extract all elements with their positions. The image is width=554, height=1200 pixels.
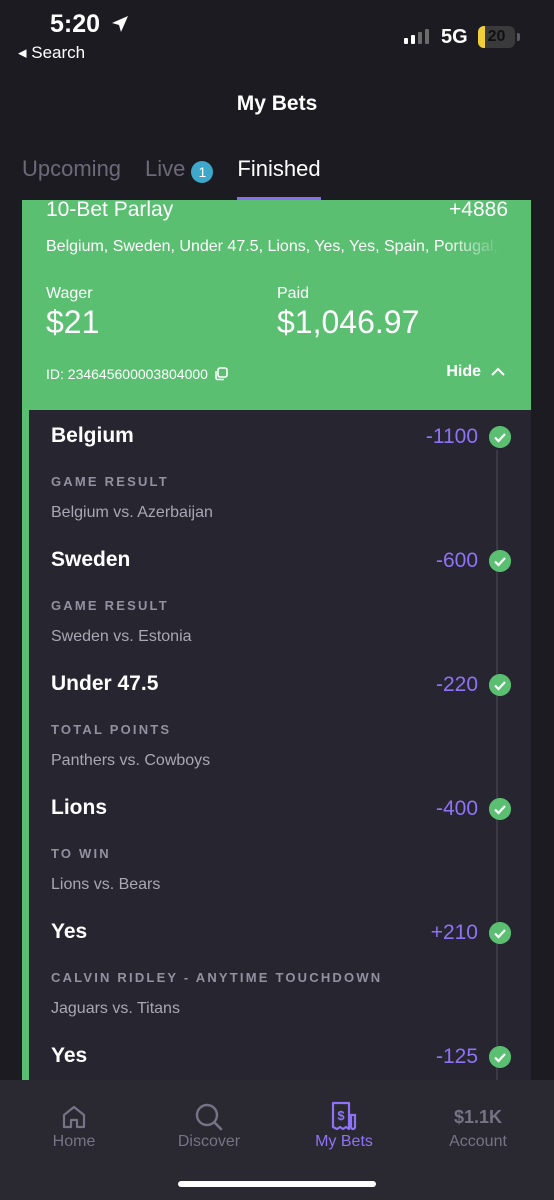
battery-percent: 20 <box>487 28 506 45</box>
leg-item: Lions -400 TO WIN Lions vs. Bears <box>51 782 511 906</box>
check-circle-icon <box>489 674 511 696</box>
back-to-search-link[interactable]: ◂ Search <box>18 43 85 63</box>
home-icon <box>62 1105 86 1129</box>
leg-odds: -400 <box>435 797 478 820</box>
copy-icon[interactable] <box>214 367 228 381</box>
check-circle-icon <box>489 922 511 944</box>
leg-selection: Yes <box>51 920 88 943</box>
leg-event: Sweden vs. Estonia <box>51 628 192 645</box>
bet-slip-icon: $ <box>331 1101 357 1131</box>
bet-status-tabs: Upcoming Live 1 Finished <box>22 154 321 200</box>
leg-item: Sweden -600 GAME RESULT Sweden vs. Eston… <box>51 534 511 658</box>
signal-strength-icon <box>404 28 429 44</box>
parlay-odds: +4886 <box>449 200 508 221</box>
tab-upcoming[interactable]: Upcoming <box>22 154 121 200</box>
leg-odds: -220 <box>435 673 478 696</box>
tab-live-label: Live <box>145 156 186 181</box>
bet-id: ID: 234645600003804000 <box>46 366 228 382</box>
leg-selection: Yes <box>51 1044 88 1067</box>
leg-selection: Lions <box>51 796 107 819</box>
nav-discover-label: Discover <box>177 1133 241 1150</box>
bet-legs-list: Belgium -1100 GAME RESULT Belgium vs. Az… <box>22 410 531 1080</box>
leg-market: GAME RESULT <box>51 474 169 489</box>
leg-event: Lions vs. Bears <box>51 876 161 893</box>
nav-my-bets-label: My Bets <box>315 1133 373 1150</box>
check-circle-icon <box>489 1046 511 1068</box>
leg-item: Belgium -1100 GAME RESULT Belgium vs. Az… <box>51 410 511 534</box>
svg-text:$: $ <box>337 1108 345 1123</box>
wager-label: Wager <box>46 285 93 302</box>
parlay-title: 10-Bet Parlay <box>46 200 174 221</box>
leg-item: Yes +210 CALVIN RIDLEY - ANYTIME TOUCHDO… <box>51 906 511 1030</box>
page-title: My Bets <box>236 92 318 115</box>
leg-odds: -125 <box>435 1045 478 1068</box>
paid-label: Paid <box>277 285 310 302</box>
account-balance: $1.1K <box>453 1106 503 1127</box>
parlay-legs-summary: Belgium, Sweden, Under 47.5, Lions, Yes,… <box>46 238 502 255</box>
leg-event: Panthers vs. Cowboys <box>51 752 211 769</box>
leg-item: Under 47.5 -220 TOTAL POINTS Panthers vs… <box>51 658 511 782</box>
check-circle-icon <box>489 798 511 820</box>
leg-odds: +210 <box>430 921 478 944</box>
hide-legs-button[interactable]: Hide <box>446 363 505 381</box>
live-count-badge: 1 <box>191 161 214 183</box>
leg-market: CALVIN RIDLEY - ANYTIME TOUCHDOWN <box>51 970 383 985</box>
bet-id-text: ID: 234645600003804000 <box>46 366 208 382</box>
hide-label: Hide <box>446 363 481 380</box>
leg-selection: Under 47.5 <box>51 672 159 695</box>
battery-tip <box>517 33 520 41</box>
leg-item: Yes -125 <box>51 1030 511 1080</box>
check-circle-icon <box>489 550 511 572</box>
status-bar: 5:20 ◂ Search 5G 20 <box>0 0 554 70</box>
check-circle-icon <box>489 426 511 448</box>
bet-card-header[interactable]: 10-Bet Parlay +4886 Belgium, Sweden, Und… <box>22 200 531 410</box>
leg-market: TO WIN <box>51 846 111 861</box>
leg-event: Belgium vs. Azerbaijan <box>51 504 213 521</box>
nav-home-label: Home <box>52 1133 96 1150</box>
tab-finished[interactable]: Finished <box>237 154 321 200</box>
leg-odds: -1100 <box>425 425 478 448</box>
nav-account-label: Account <box>449 1133 507 1150</box>
search-icon <box>195 1103 223 1131</box>
leg-event: Jaguars vs. Titans <box>51 1000 180 1017</box>
leg-market: GAME RESULT <box>51 598 169 613</box>
location-arrow-icon <box>112 16 128 32</box>
bet-card: 10-Bet Parlay +4886 Belgium, Sweden, Und… <box>22 200 531 1080</box>
network-type: 5G <box>441 26 468 48</box>
tab-live[interactable]: Live 1 <box>145 154 214 200</box>
home-indicator <box>178 1181 376 1187</box>
battery-icon: 20 <box>478 26 515 48</box>
paid-amount: $1,046.97 <box>277 304 420 340</box>
chevron-up-icon <box>491 367 505 376</box>
leg-market: TOTAL POINTS <box>51 722 172 737</box>
leg-selection: Sweden <box>51 548 131 571</box>
leg-odds: -600 <box>435 549 478 572</box>
tab-finished-label: Finished <box>237 156 321 181</box>
wager-amount: $21 <box>46 304 100 340</box>
status-time: 5:20 <box>50 10 101 38</box>
tab-upcoming-label: Upcoming <box>22 156 122 181</box>
leg-selection: Belgium <box>51 424 134 447</box>
